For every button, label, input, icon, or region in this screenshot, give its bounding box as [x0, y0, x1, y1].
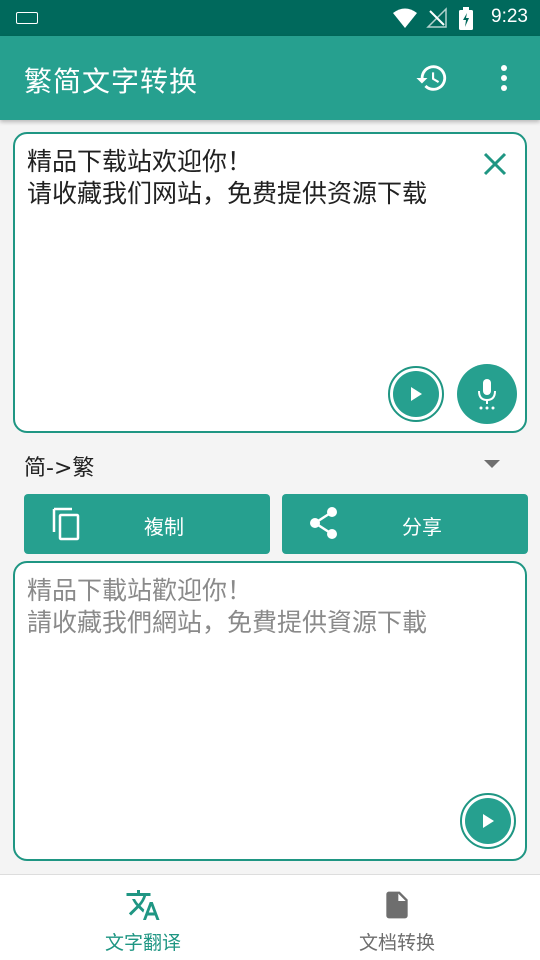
play-icon — [483, 814, 494, 828]
output-text: 精品下載站歡迎你！ 請收藏我們網站，免費提供資源下載 — [27, 576, 428, 637]
microphone-icon — [478, 379, 496, 410]
copy-button-label: 複制 — [144, 515, 184, 539]
share-icon — [310, 507, 337, 539]
conversion-mode-dropdown[interactable]: 简->繁 — [24, 448, 510, 481]
nav-item-text-translate[interactable]: 文字翻译 — [8, 875, 278, 960]
share-button[interactable]: 分享 — [282, 494, 528, 554]
app-bar: 繁简文字转换 — [0, 36, 540, 120]
input-card[interactable]: 精品下载站欢迎你！ 请收藏我们网站，免费提供资源下载 — [13, 132, 527, 433]
more-vertical-icon — [501, 65, 507, 91]
app-title: 繁简文字转换 — [24, 65, 199, 98]
signal-icon — [426, 7, 447, 28]
status-bar: 9:23 — [0, 0, 540, 36]
clock: 9:23 — [491, 6, 528, 27]
copy-button[interactable]: 複制 — [24, 494, 270, 554]
battery-icon — [459, 7, 473, 30]
more-options-button[interactable] — [482, 56, 526, 100]
document-icon — [386, 891, 408, 919]
output-card: 精品下載站歡迎你！ 請收藏我們網站，免費提供資源下載 — [13, 561, 527, 861]
clear-button[interactable] — [479, 148, 511, 180]
bottom-navigation: 文字翻译 文档转换 — [0, 874, 540, 960]
voice-input-button[interactable] — [457, 364, 517, 424]
history-button[interactable] — [410, 56, 454, 100]
input-play-button[interactable] — [388, 366, 444, 422]
history-icon — [416, 65, 447, 91]
input-text[interactable]: 精品下载站欢迎你！ 请收藏我们网站，免费提供资源下载 — [27, 146, 467, 210]
wifi-icon — [393, 8, 417, 28]
nav-label-document-convert: 文档转换 — [358, 932, 435, 954]
translate-icon — [126, 890, 160, 920]
close-icon — [483, 152, 507, 176]
keyboard-icon — [16, 12, 38, 24]
nav-label-text-translate: 文字翻译 — [104, 932, 181, 954]
output-play-button[interactable] — [460, 793, 516, 849]
dropdown-arrow-icon — [484, 460, 500, 468]
nav-item-document-convert[interactable]: 文档转换 — [262, 875, 532, 960]
conversion-mode-label: 简->繁 — [24, 456, 95, 481]
play-icon — [411, 387, 422, 401]
share-button-label: 分享 — [402, 515, 442, 539]
copy-icon — [52, 507, 80, 541]
